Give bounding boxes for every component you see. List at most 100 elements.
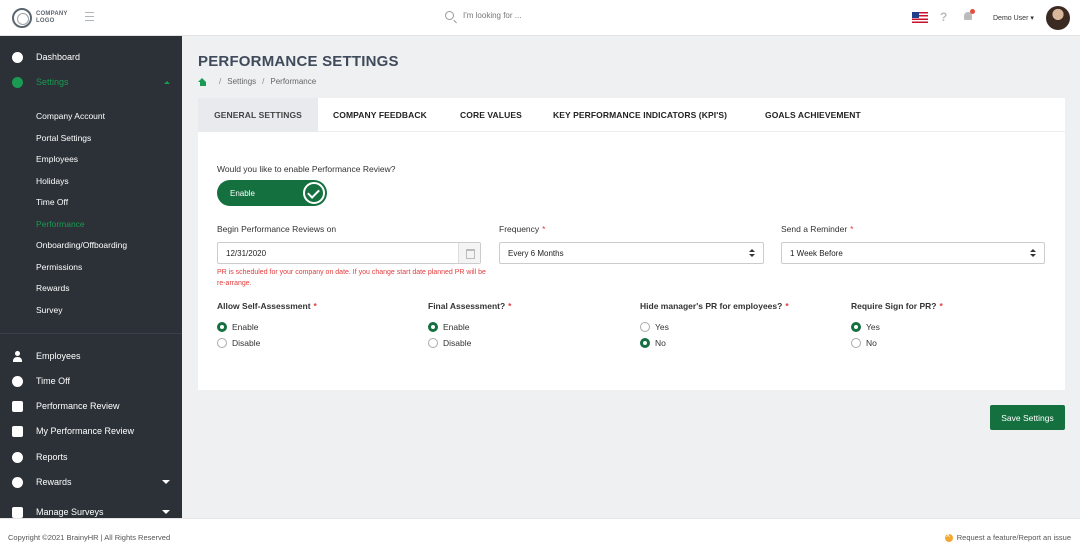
sidebar-sub-portal-settings[interactable]: Portal Settings	[36, 131, 91, 145]
require-sign-yes-radio[interactable]: Yes	[851, 322, 880, 332]
page-title: PERFORMANCE SETTINGS	[198, 53, 399, 70]
sidebar-item-my-performance-review[interactable]: My Performance Review	[0, 421, 182, 441]
radio-label: No	[655, 338, 666, 348]
sidebar-item-manage-surveys[interactable]: Manage Surveys	[0, 502, 182, 518]
sidebar-sub-permissions[interactable]: Permissions	[36, 260, 82, 274]
sidebar-item-settings[interactable]: Settings	[0, 72, 182, 92]
sidebar-item-time-off[interactable]: Time Off	[0, 371, 182, 391]
logo-text-line2: LOGO	[36, 18, 55, 24]
sidebar-item-dashboard[interactable]: Dashboard	[0, 47, 182, 67]
tab-company-feedback[interactable]: COMPANY FEEDBACK	[333, 98, 427, 132]
sidebar-item-rewards[interactable]: Rewards	[0, 472, 182, 492]
sidebar-divider	[0, 333, 182, 334]
self-assessment-label-text: Allow Self-Assessment	[217, 301, 311, 311]
required-mark: *	[542, 224, 546, 234]
search-input[interactable]: I'm looking for ...	[463, 11, 521, 20]
us-flag-icon[interactable]	[912, 12, 928, 23]
self-assessment-disable-radio[interactable]: Disable	[217, 338, 260, 348]
toggle-label: Enable	[230, 189, 255, 198]
footer: Copyright ©2021 BrainyHR | All Rights Re…	[0, 518, 1080, 555]
sidebar-sub-company-account[interactable]: Company Account	[36, 109, 105, 123]
search-bar[interactable]: I'm looking for ...	[445, 11, 521, 20]
user-name: Demo User	[993, 15, 1029, 22]
pie-chart-icon	[12, 451, 23, 463]
final-assessment-disable-radio[interactable]: Disable	[428, 338, 471, 348]
settings-card: GENERAL SETTINGS COMPANY FEEDBACK CORE V…	[198, 98, 1065, 390]
required-mark: *	[785, 301, 789, 311]
tab-general-settings[interactable]: GENERAL SETTINGS	[198, 98, 318, 132]
company-logo[interactable]: COMPANY LOGO	[12, 8, 68, 28]
save-settings-button[interactable]: Save Settings	[990, 405, 1065, 430]
sidebar-item-label: Time Off	[36, 376, 71, 386]
radio-selected-icon	[217, 322, 227, 332]
sidebar-sub-performance[interactable]: Performance	[36, 217, 85, 231]
tab-core-values[interactable]: CORE VALUES	[460, 98, 522, 132]
sidebar-item-label: Dashboard	[36, 52, 81, 62]
sidebar-item-label: Manage Surveys	[36, 507, 104, 517]
sidebar-item-label: Employees	[36, 351, 81, 361]
sidebar-sub-survey[interactable]: Survey	[36, 303, 62, 317]
sidebar-item-employees[interactable]: Employees	[0, 346, 182, 366]
sidebar-sub-onboarding[interactable]: Onboarding/Offboarding	[36, 238, 127, 252]
hide-manager-pr-no-radio[interactable]: No	[640, 338, 666, 348]
begin-date-field[interactable]: 12/31/2020	[217, 242, 481, 264]
tab-bar: GENERAL SETTINGS COMPANY FEEDBACK CORE V…	[198, 98, 1065, 132]
frequency-select[interactable]: Every 6 Months	[499, 242, 764, 264]
sidebar-sub-time-off[interactable]: Time Off	[36, 195, 68, 209]
request-feature-link[interactable]: Request a feature/Report an issue	[944, 531, 1071, 542]
home-icon[interactable]	[198, 77, 207, 86]
begin-date-value: 12/31/2020	[226, 248, 267, 258]
radio-label: Disable	[443, 338, 472, 348]
sidebar-item-label: Rewards	[36, 477, 72, 487]
search-icon	[445, 11, 454, 20]
require-sign-no-radio[interactable]: No	[851, 338, 877, 348]
radio-label: Enable	[232, 322, 259, 332]
reminder-select[interactable]: 1 Week Before	[781, 242, 1045, 264]
radio-selected-icon	[640, 338, 650, 348]
copyright-text: Copyright ©2021 BrainyHR | All Rights Re…	[8, 533, 171, 542]
sidebar-sub-employees[interactable]: Employees	[36, 152, 78, 166]
sidebar-sub-rewards[interactable]: Rewards	[36, 281, 70, 295]
radio-selected-icon	[851, 322, 861, 332]
tab-kpis[interactable]: KEY PERFORMANCE INDICATORS (KPI'S)	[553, 98, 727, 132]
tab-goals-achievement[interactable]: GOALS ACHIEVEMENT	[765, 98, 861, 132]
reminder-value: 1 Week Before	[790, 248, 843, 258]
menu-toggle-icon[interactable]	[85, 12, 94, 21]
notification-bell-icon[interactable]	[963, 9, 975, 22]
feedback-icon	[944, 531, 953, 542]
calendar-icon[interactable]	[458, 243, 480, 263]
frequency-label-text: Frequency	[499, 224, 540, 234]
chevron-up-icon	[164, 81, 170, 84]
check-icon	[303, 182, 325, 204]
self-assessment-enable-radio[interactable]: Enable	[217, 322, 258, 332]
breadcrumb-separator: /	[262, 77, 265, 86]
required-mark: *	[508, 301, 512, 311]
avatar[interactable]	[1046, 6, 1070, 30]
sidebar-item-reports[interactable]: Reports	[0, 447, 182, 467]
required-mark: *	[850, 224, 854, 234]
logo-mark-icon	[12, 8, 32, 28]
breadcrumb: / Settings / Performance	[198, 77, 316, 86]
user-menu[interactable]: Demo User ▾	[993, 14, 1034, 22]
radio-unselected-icon	[217, 338, 227, 348]
enable-review-toggle[interactable]: Enable	[217, 180, 327, 206]
breadcrumb-settings[interactable]: Settings	[227, 77, 256, 86]
request-feature-text: Request a feature/Report an issue	[956, 533, 1071, 542]
clock-icon	[12, 375, 23, 387]
radio-label: No	[866, 338, 877, 348]
final-assessment-enable-radio[interactable]: Enable	[428, 322, 469, 332]
hide-manager-pr-yes-radio[interactable]: Yes	[640, 322, 669, 332]
radio-label: Disable	[232, 338, 261, 348]
radio-selected-icon	[428, 322, 438, 332]
require-sign-label-text: Require Sign for PR?	[851, 301, 937, 311]
sidebar-sub-holidays[interactable]: Holidays	[36, 174, 69, 188]
badge-icon	[12, 425, 23, 437]
schedule-hint: PR is scheduled for your company on date…	[217, 269, 486, 287]
hide-manager-pr-label: Hide manager's PR for employees? *	[640, 301, 789, 311]
sidebar-item-performance-review[interactable]: Performance Review	[0, 396, 182, 416]
sidebar-item-label: My Performance Review	[36, 426, 135, 436]
breadcrumb-separator: /	[219, 77, 222, 86]
hide-manager-pr-label-text: Hide manager's PR for employees?	[640, 301, 783, 311]
radio-unselected-icon	[640, 322, 650, 332]
help-icon[interactable]: ?	[940, 10, 947, 24]
